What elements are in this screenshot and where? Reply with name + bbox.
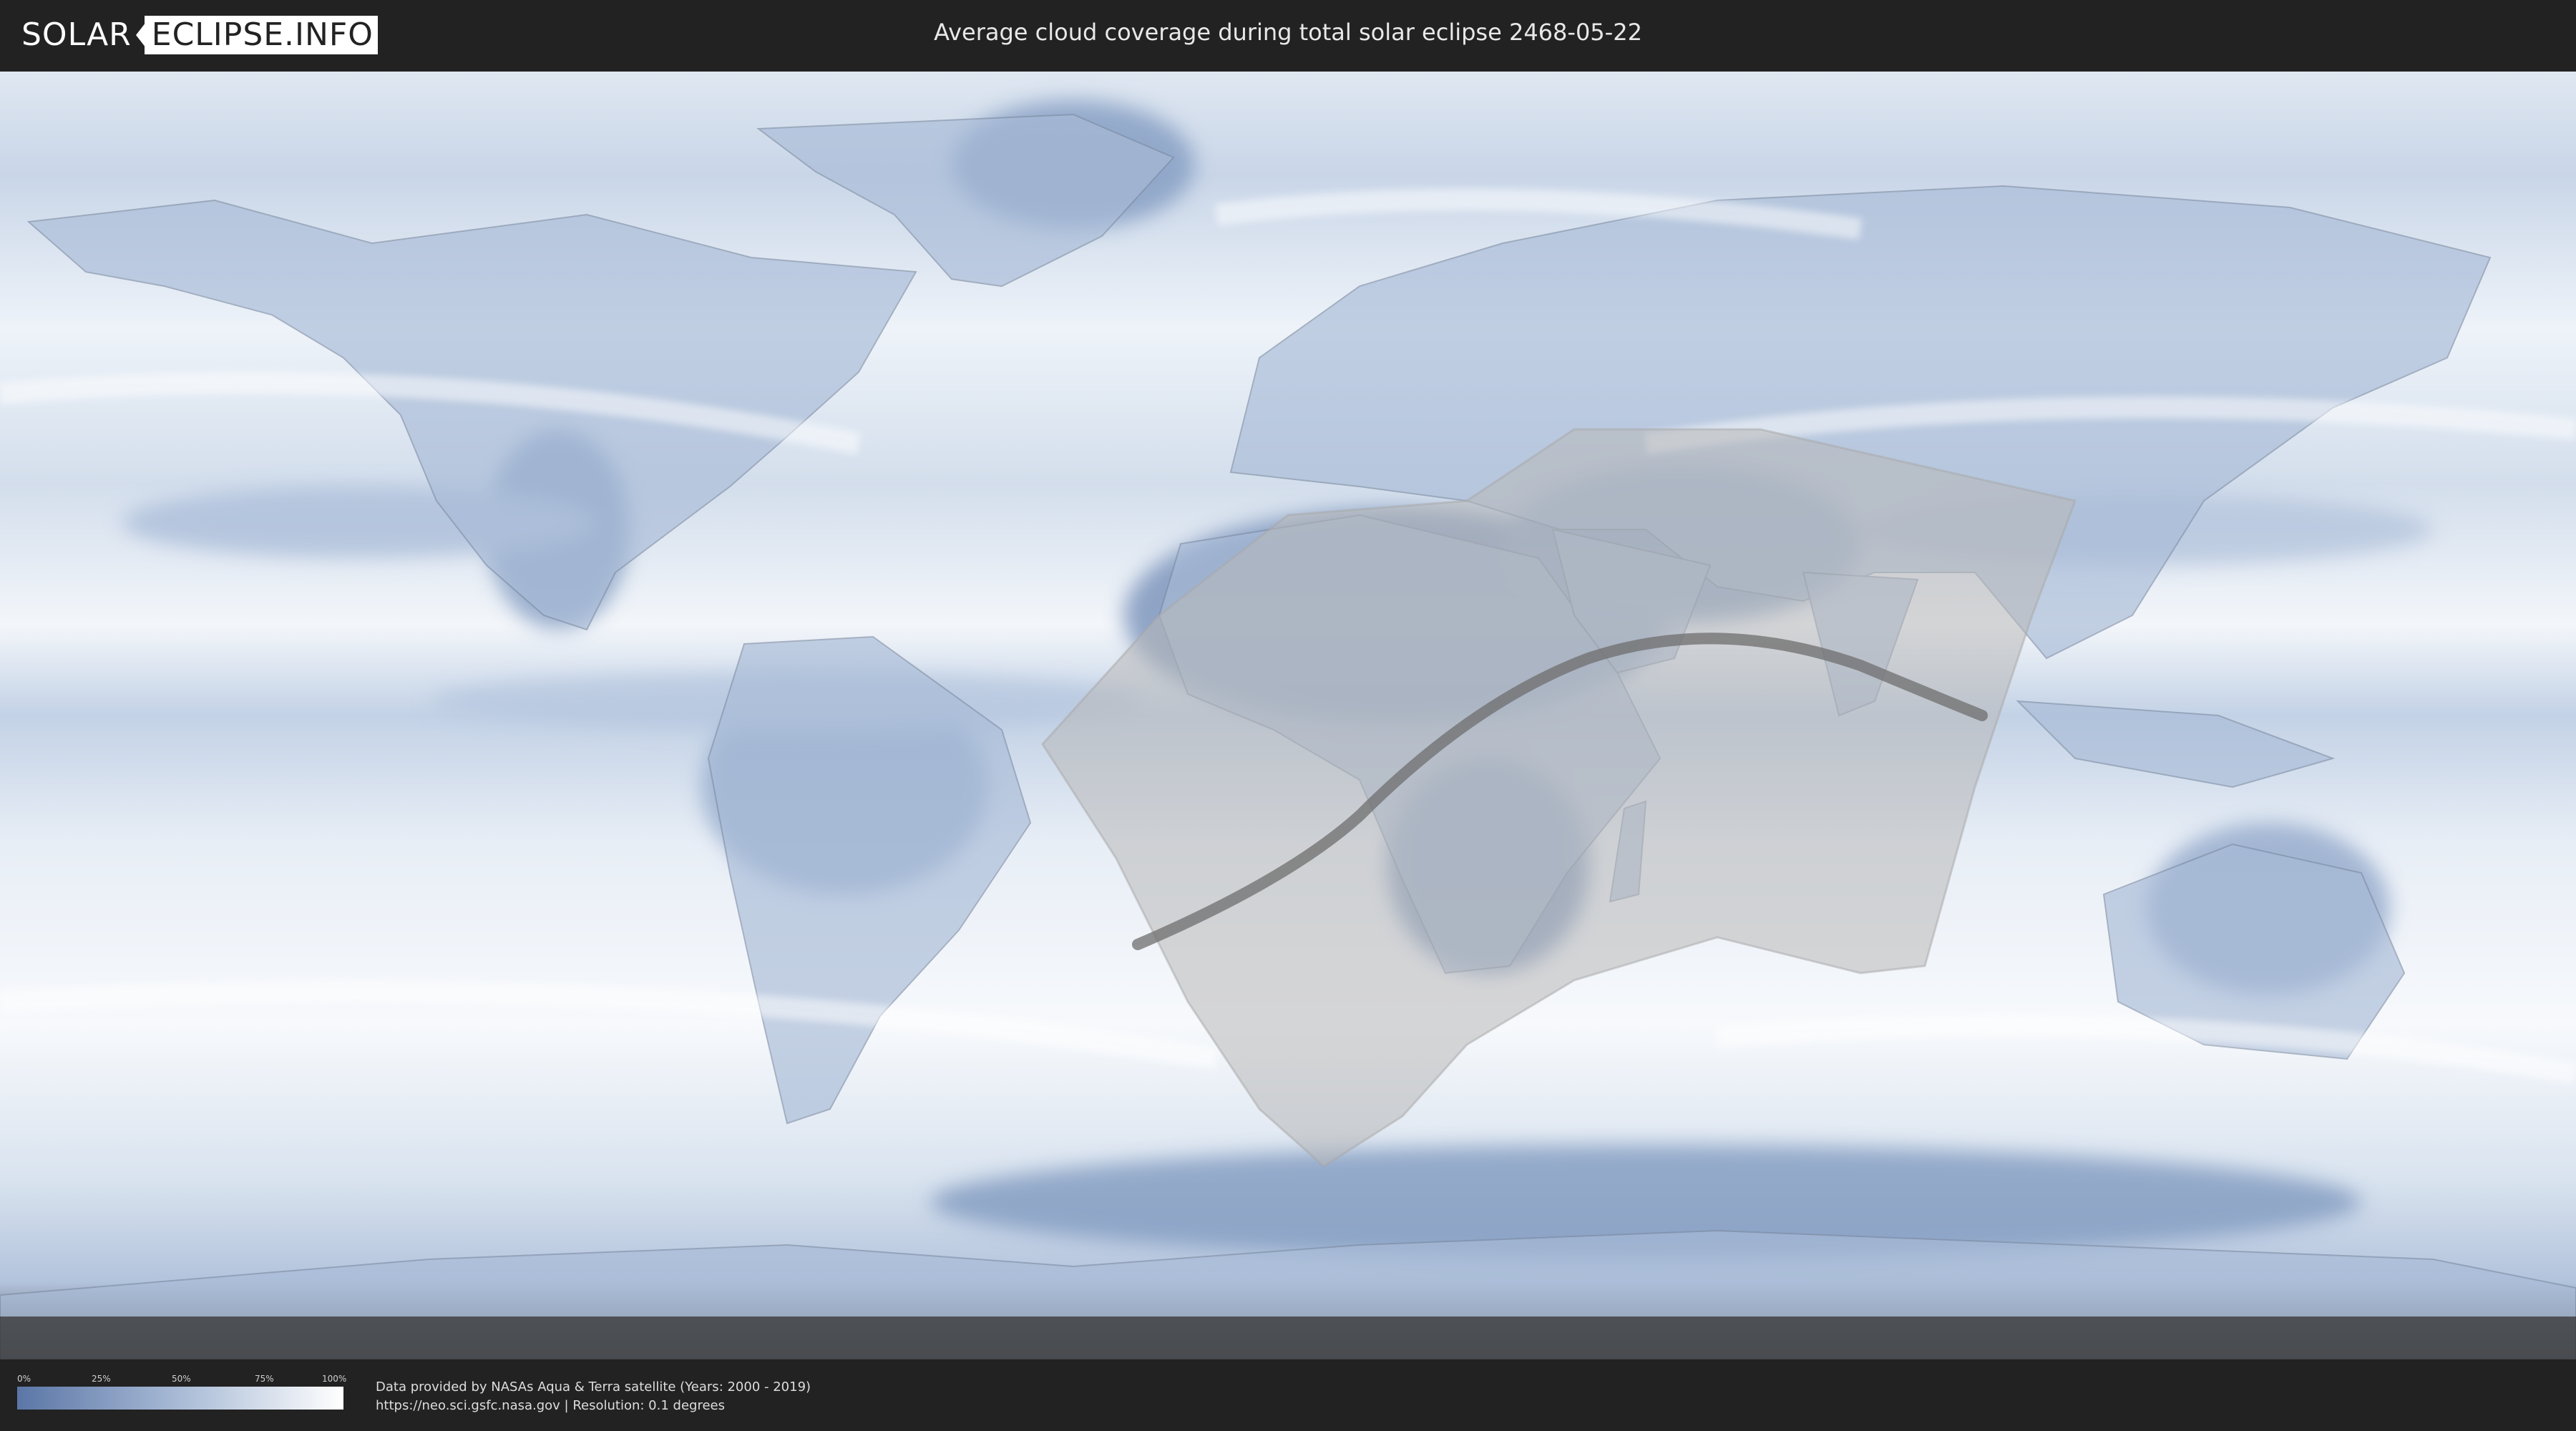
map-title: Average cloud coverage during total sola… xyxy=(934,19,1642,46)
top-bar: SOLAR ECLIPSE.INFO Average cloud coverag… xyxy=(0,0,2576,72)
data-credits: Data provided by NASAs Aqua & Terra sate… xyxy=(376,1378,811,1415)
legend-tick-0: 0% xyxy=(17,1374,31,1384)
legend-color-bar xyxy=(17,1387,343,1410)
legend-tick-100: 100% xyxy=(322,1374,347,1384)
legend-tick-75: 75% xyxy=(255,1374,274,1384)
legend-tick-25: 25% xyxy=(92,1374,111,1384)
legend-ticks: 0% 25% 50% 75% 100% xyxy=(17,1374,347,1385)
credits-url[interactable]: https://neo.sci.gsfc.nasa.gov | Resoluti… xyxy=(376,1397,811,1415)
cloud-coverage-legend: 0% 25% 50% 75% 100% xyxy=(17,1374,347,1410)
cloud-coverage-map[interactable] xyxy=(0,72,2576,1359)
map-bottom-edge xyxy=(0,1317,2576,1359)
legend-tick-50: 50% xyxy=(172,1374,191,1384)
map-canvas xyxy=(0,72,2576,1359)
credits-source: Data provided by NASAs Aqua & Terra sate… xyxy=(376,1379,811,1395)
